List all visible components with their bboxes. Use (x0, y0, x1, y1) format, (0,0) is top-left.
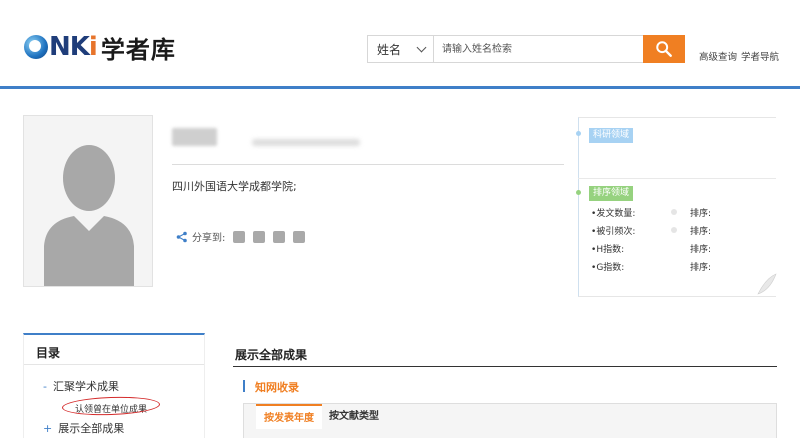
search-button[interactable] (643, 35, 685, 63)
share-label: 分享到: (192, 233, 226, 244)
ranking-field-tag: 排序领域 (589, 186, 634, 201)
note-divider (578, 178, 776, 179)
stat-value-placeholder (671, 209, 677, 215)
collapse-icon: - (43, 380, 47, 393)
weibo-icon[interactable] (233, 230, 246, 243)
research-dot-icon (576, 131, 581, 136)
header-divider (0, 86, 800, 89)
tab-by-year[interactable]: 按发表年度 (256, 404, 322, 429)
share-bar: 分享到: (176, 229, 306, 244)
scholar-subtitle-redacted (252, 139, 360, 146)
globe-icon (24, 35, 48, 59)
search-icon (656, 41, 672, 57)
search-field-value: 姓名 (377, 42, 402, 57)
scholar-name-redacted (172, 128, 217, 146)
stat-rank-label: 排序: (690, 209, 712, 219)
profile-divider (172, 164, 564, 165)
toc-item-label: 展示全部成果 (58, 422, 125, 435)
stat-label: •G指数: (591, 263, 625, 273)
stat-rank-label: 排序: (690, 245, 712, 255)
default-avatar-icon (24, 116, 152, 286)
source-marker (243, 380, 245, 392)
stat-rank-label: 排序: (690, 227, 712, 237)
section-divider (233, 366, 777, 367)
share-icon (176, 231, 187, 242)
toc-divider (24, 364, 204, 365)
avatar (23, 115, 153, 287)
toc-item-label: 汇聚学术成果 (52, 380, 119, 393)
stat-label: •被引频次: (591, 227, 636, 237)
stat-value-placeholder (671, 227, 677, 233)
source-label: 知网收录 (255, 381, 299, 394)
section-title: 展示全部成果 (235, 348, 308, 362)
page-curl-decoration (748, 264, 777, 296)
douban-icon[interactable] (273, 230, 286, 243)
cnki-logo[interactable]: NK i 学者库 (24, 30, 176, 64)
qzone-icon[interactable] (253, 230, 266, 243)
ranking-dot-icon (576, 190, 581, 195)
affiliation: 四川外国语大学成都学院; (172, 180, 297, 193)
expand-icon: + (43, 422, 53, 435)
header: NKi 学者库 姓名 高级查询学者导航 (0, 0, 800, 86)
wechat-icon[interactable] (293, 230, 306, 243)
header-links: 高级查询 学者导航 (699, 49, 783, 63)
logo-mark: NK i (24, 32, 98, 62)
stat-rank-label: 排序: (690, 263, 712, 273)
research-field-tag: 科研领域 (589, 128, 634, 143)
search-field-select[interactable]: 姓名 (368, 36, 434, 62)
stat-label: •发文数量: (591, 209, 636, 219)
search-box: 姓名 (367, 35, 685, 63)
logo-text: 学者库 (100, 35, 176, 64)
toc-item-gather-achievements[interactable]: - 汇聚学术成果 (43, 378, 119, 394)
toc-item-show-all[interactable]: + 展示全部成果 (43, 420, 124, 436)
tab-by-type[interactable]: 按文献类型 (321, 404, 387, 429)
toc-title: 目录 (36, 346, 61, 360)
scholar-nav-link[interactable]: 学者导航 (741, 52, 779, 63)
stat-label: •H指数: (591, 245, 625, 255)
search-input[interactable] (434, 36, 643, 62)
chevron-down-icon (416, 42, 427, 53)
advanced-search-link[interactable]: 高级查询 (699, 52, 737, 63)
